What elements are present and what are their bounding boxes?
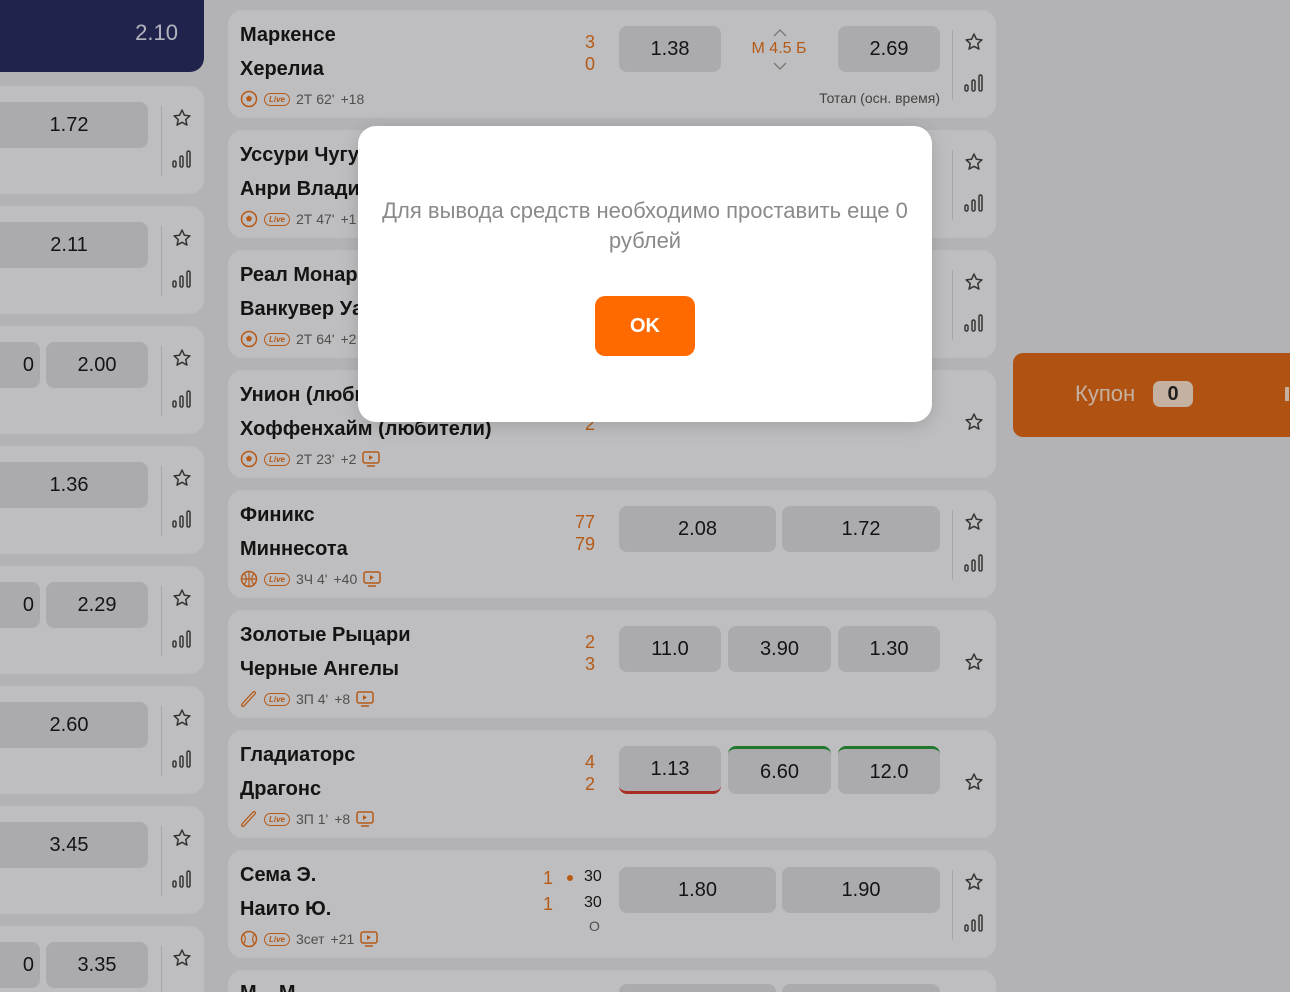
dialog-message: Для вывода средств необходимо проставить… bbox=[382, 198, 908, 253]
alert-dialog: Для вывода средств необходимо проставить… bbox=[358, 126, 932, 422]
ok-button[interactable]: OK bbox=[595, 296, 695, 356]
